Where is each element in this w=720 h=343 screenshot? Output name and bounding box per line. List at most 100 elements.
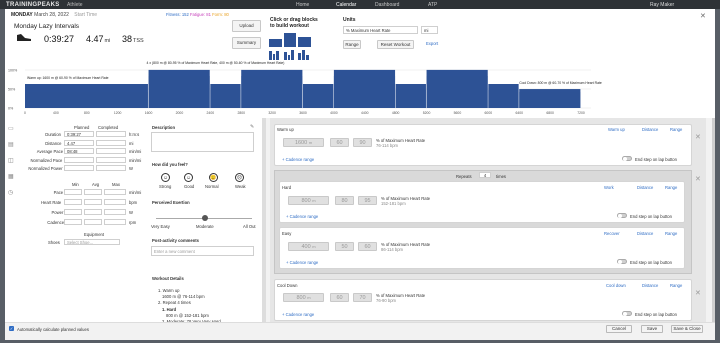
repeat-4-block[interactable] bbox=[298, 53, 301, 60]
easy-type-select[interactable]: Recover bbox=[604, 231, 620, 236]
cooldown-lap-toggle[interactable] bbox=[622, 311, 632, 316]
block-palette-2[interactable] bbox=[269, 49, 311, 60]
good-face-icon[interactable]: ☺ bbox=[184, 173, 193, 182]
hard-type-select[interactable]: Work bbox=[604, 185, 614, 190]
ramp-block[interactable] bbox=[298, 37, 311, 47]
nav-dashboard[interactable]: Dashboard bbox=[375, 2, 399, 8]
cancel-button[interactable]: Cancel bbox=[606, 325, 632, 333]
warmup-distance-select[interactable]: Distance bbox=[642, 127, 658, 132]
hard-cadence-link[interactable]: + Cadence range bbox=[286, 214, 318, 219]
athlete-selector[interactable]: Athlete bbox=[67, 2, 83, 8]
easy-low-input[interactable]: 50 bbox=[335, 242, 354, 251]
easy-range-select[interactable]: Range bbox=[665, 231, 677, 236]
completed-input[interactable] bbox=[96, 131, 126, 137]
max-input[interactable] bbox=[104, 219, 126, 225]
panel-scrollbar[interactable] bbox=[262, 118, 266, 336]
hard-lap-toggle[interactable] bbox=[617, 213, 627, 218]
shoes-select[interactable]: Select Shoe... bbox=[64, 239, 120, 245]
min-input[interactable] bbox=[64, 219, 82, 225]
warmup-distance-input[interactable]: 1600 m bbox=[283, 138, 324, 147]
workout-title[interactable]: Monday Lazy Intervals bbox=[14, 23, 79, 30]
hard-range-select[interactable]: Range bbox=[665, 185, 677, 190]
warmup-cadence-link[interactable]: + Cadence range bbox=[282, 157, 314, 162]
save-close-button[interactable]: Save & Close bbox=[671, 325, 703, 333]
avg-input[interactable] bbox=[84, 219, 102, 225]
warmup-low-input[interactable]: 60 bbox=[330, 138, 349, 147]
hard-distance-select[interactable]: Distance bbox=[637, 185, 653, 190]
repeat-3-block[interactable] bbox=[291, 50, 294, 60]
remove-cooldown-icon[interactable]: ✕ bbox=[695, 289, 701, 297]
warmup-lap-toggle[interactable] bbox=[622, 156, 632, 161]
nav-atp[interactable]: ATP bbox=[428, 2, 437, 8]
steps-scrollbar[interactable] bbox=[712, 118, 715, 336]
planned-input[interactable]: 08:48 bbox=[64, 148, 94, 154]
cooldown-type-select[interactable]: Cool down bbox=[606, 283, 626, 288]
normal-face-icon[interactable]: 😐 bbox=[209, 173, 218, 182]
hard-distance-input[interactable]: 800 m bbox=[288, 196, 329, 205]
weak-face-icon[interactable]: ☹ bbox=[235, 173, 244, 182]
min-input[interactable] bbox=[64, 199, 82, 205]
chart-icon[interactable]: ▤ bbox=[8, 141, 16, 149]
max-input[interactable] bbox=[104, 209, 126, 215]
tag-icon[interactable]: ▭ bbox=[8, 125, 16, 133]
user-menu[interactable]: Ray Maker bbox=[650, 2, 674, 8]
nav-calendar[interactable]: Calendar bbox=[336, 2, 356, 8]
close-icon[interactable]: ✕ bbox=[700, 12, 706, 20]
hard-low-input[interactable]: 80 bbox=[335, 196, 354, 205]
completed-input[interactable] bbox=[96, 165, 126, 171]
min-input[interactable] bbox=[64, 209, 82, 215]
strong-face-icon[interactable]: ☺ bbox=[161, 173, 170, 182]
completed-input[interactable] bbox=[96, 148, 126, 154]
remove-warmup-icon[interactable]: ✕ bbox=[695, 133, 701, 141]
easy-high-input[interactable]: 60 bbox=[358, 242, 377, 251]
cooldown-range-select[interactable]: Range bbox=[670, 283, 682, 288]
repeat-block[interactable] bbox=[276, 51, 279, 60]
easy-cadence-link[interactable]: + Cadence range bbox=[286, 260, 318, 265]
upload-button[interactable]: Upload bbox=[232, 20, 261, 32]
avg-input[interactable] bbox=[84, 209, 102, 215]
cooldown-low-input[interactable]: 60 bbox=[330, 293, 349, 302]
cooldown-distance-select[interactable]: Distance bbox=[642, 283, 658, 288]
easy-lap-toggle[interactable] bbox=[617, 259, 627, 264]
completed-input[interactable] bbox=[96, 139, 126, 146]
save-button[interactable]: Save bbox=[641, 325, 663, 333]
min-input[interactable] bbox=[64, 189, 82, 195]
description-textarea[interactable] bbox=[151, 132, 254, 152]
remove-repeat-icon[interactable]: ✕ bbox=[695, 175, 701, 183]
map-icon[interactable]: ◫ bbox=[8, 157, 16, 165]
easy-distance-select[interactable]: Distance bbox=[637, 231, 653, 236]
planned-input[interactable]: 4.47 bbox=[64, 139, 94, 146]
warmup-type-select[interactable]: Warm up bbox=[608, 127, 625, 132]
block-palette[interactable] bbox=[269, 31, 311, 47]
lap-icon[interactable]: ▦ bbox=[8, 173, 16, 181]
interval-block[interactable] bbox=[284, 33, 296, 47]
reset-workout-button[interactable]: Reset Workout bbox=[377, 40, 414, 49]
planned-input[interactable] bbox=[64, 165, 94, 171]
unit-select[interactable]: % Maximum Heart Rate bbox=[343, 26, 418, 34]
step-block[interactable] bbox=[269, 39, 282, 47]
comment-input[interactable]: Enter a new comment bbox=[151, 246, 254, 256]
avg-input[interactable] bbox=[84, 199, 102, 205]
hard-high-input[interactable]: 95 bbox=[358, 196, 377, 205]
warmup-range-select[interactable]: Range bbox=[670, 127, 682, 132]
warmup-high-input[interactable]: 90 bbox=[353, 138, 372, 147]
repeat-4-block[interactable] bbox=[302, 50, 305, 60]
repeat-count-input[interactable]: 4 bbox=[479, 172, 491, 178]
cooldown-distance-input[interactable]: 800 m bbox=[283, 293, 324, 302]
repeat-block[interactable] bbox=[269, 51, 272, 60]
easy-distance-input[interactable]: 400 m bbox=[288, 242, 329, 251]
avg-input[interactable] bbox=[84, 189, 102, 195]
distance-unit-select[interactable]: mi bbox=[421, 26, 438, 34]
planned-input[interactable] bbox=[64, 156, 94, 163]
range-toggle[interactable]: Range bbox=[343, 40, 361, 49]
repeat-3-block[interactable] bbox=[284, 52, 287, 60]
exertion-slider-handle[interactable] bbox=[202, 215, 208, 221]
cooldown-high-input[interactable]: 70 bbox=[353, 293, 372, 302]
cooldown-cadence-link[interactable]: + Cadence range bbox=[282, 312, 314, 317]
export-link[interactable]: Export bbox=[426, 41, 438, 46]
auto-calc-checkbox[interactable]: ✓ bbox=[9, 326, 14, 331]
summary-button[interactable]: Summary bbox=[232, 37, 261, 49]
pencil-icon[interactable]: ✎ bbox=[250, 124, 254, 130]
max-input[interactable] bbox=[104, 189, 126, 195]
completed-input[interactable] bbox=[96, 156, 126, 163]
